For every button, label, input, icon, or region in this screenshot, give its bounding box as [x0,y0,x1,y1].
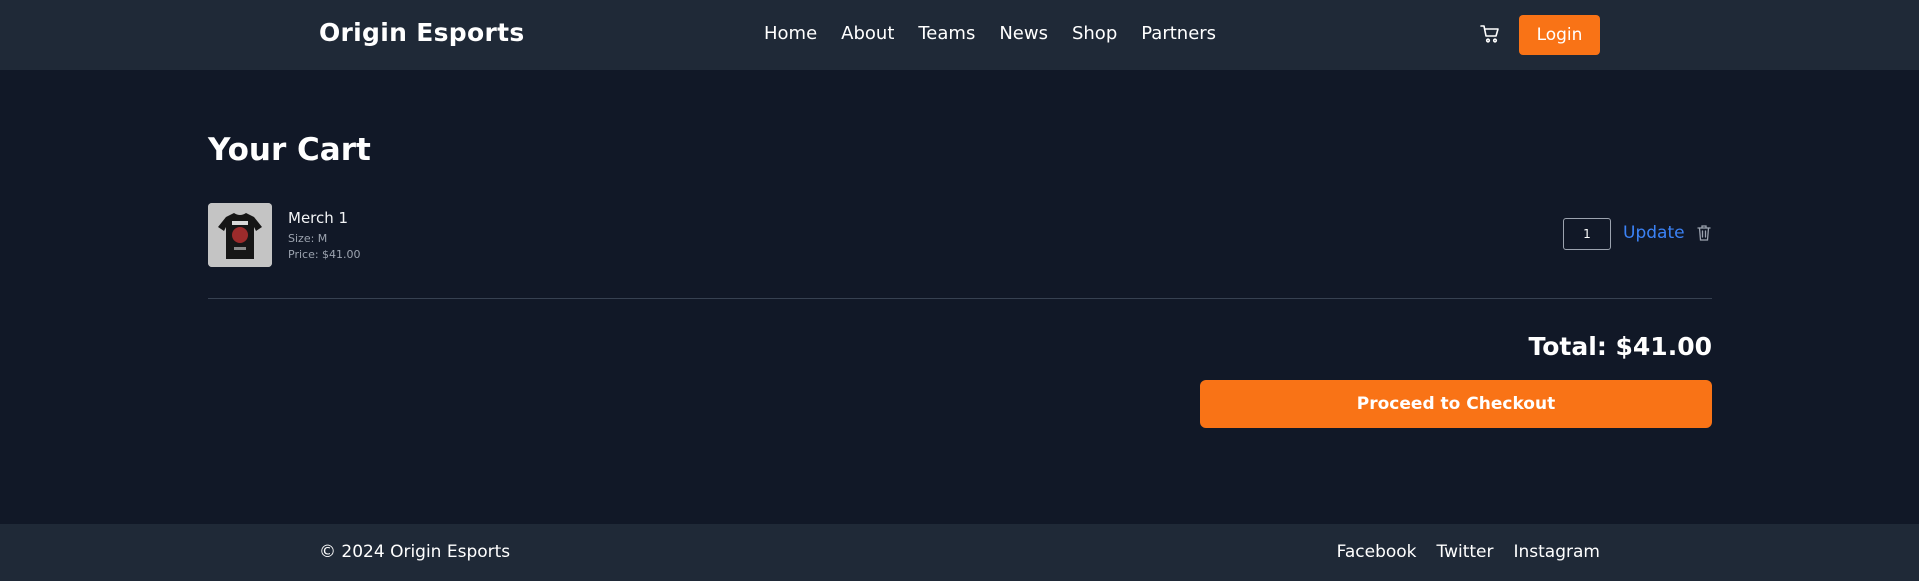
login-button[interactable]: Login [1519,15,1600,55]
site-footer: © 2024 Origin Esports Facebook Twitter I… [0,524,1919,581]
trash-icon[interactable] [1696,224,1712,242]
brand-logo[interactable]: Origin Esports [319,18,525,47]
nav-news[interactable]: News [999,23,1048,44]
main-nav: Home About Teams News Shop Partners [764,23,1216,44]
update-button[interactable]: Update [1623,223,1685,243]
item-size: Size: M [288,232,328,245]
nav-home[interactable]: Home [764,23,817,44]
nav-partners[interactable]: Partners [1141,23,1216,44]
quantity-input[interactable] [1563,218,1611,250]
checkout-button[interactable]: Proceed to Checkout [1200,380,1712,428]
page-title: Your Cart [208,132,371,168]
nav-about[interactable]: About [841,23,894,44]
item-name: Merch 1 [288,209,349,227]
copyright: © 2024 Origin Esports [319,542,511,562]
product-image [208,203,272,267]
item-price: Price: $41.00 [288,248,361,261]
social-links: Facebook Twitter Instagram [1337,542,1600,562]
divider [208,298,1712,299]
shopping-cart-icon[interactable] [1480,24,1500,44]
nav-teams[interactable]: Teams [918,23,975,44]
cart-total: Total: $41.00 [1528,332,1712,361]
instagram-link[interactable]: Instagram [1514,542,1601,562]
nav-shop[interactable]: Shop [1072,23,1117,44]
site-header: Origin Esports Home About Teams News Sho… [0,0,1919,70]
facebook-link[interactable]: Facebook [1337,542,1417,562]
twitter-link[interactable]: Twitter [1437,542,1494,562]
